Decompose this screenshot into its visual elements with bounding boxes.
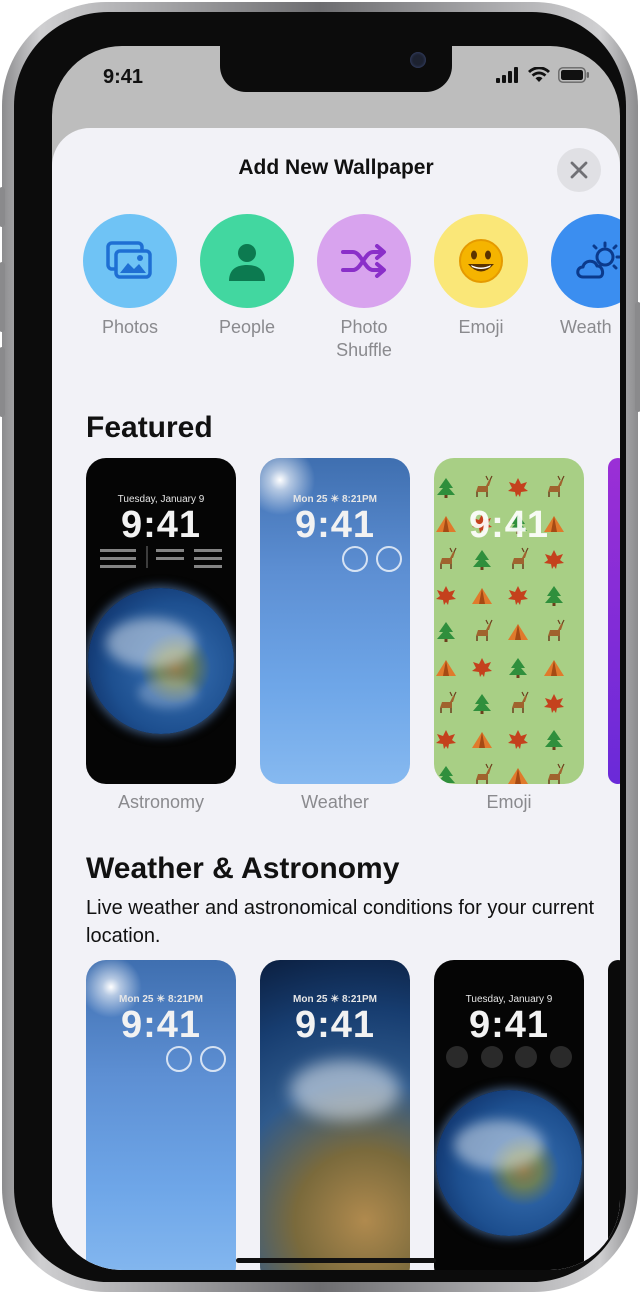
category-photo-shuffle-circle [317,214,411,308]
category-label: Emoji [458,317,504,337]
weather-widget [342,546,368,572]
wallpaper-card-astronomy-live[interactable]: Tuesday, January 9 9:41 [434,960,584,1270]
featured-heading: Featured [86,411,213,444]
lock-time: 9:41 [468,1004,550,1046]
person-icon [229,244,265,281]
phone-frame: 9:41 Add New Wallpaper Photos People Pho… [0,2,640,1292]
earth-image [436,1090,582,1236]
lock-time: 9:41 [294,504,376,546]
wallpaper-card-weather-live[interactable]: Mon 25 ☀ 8:21PM 9:41 [86,960,236,1270]
weather-widget [376,546,402,572]
lock-time: 9:41 [294,1004,376,1046]
category-photos[interactable]: Photos [82,214,178,339]
category-photos-circle [83,214,177,308]
volume-down-button [0,347,5,417]
category-emoji[interactable]: Emoji [433,214,529,339]
wifi-icon [528,67,550,82]
bezel: 9:41 Add New Wallpaper Photos People Pho… [14,12,626,1282]
home-indicator[interactable] [236,1258,436,1263]
complication-row [446,1046,572,1070]
category-photo-shuffle[interactable]: Photo Shuffle [316,214,412,362]
wallpaper-label: Weather [301,792,369,812]
status-icons [496,67,590,83]
category-people-circle [200,214,294,308]
signal-icon [496,67,518,83]
wallpaper-card-astronomy[interactable]: Tuesday, January 9 9:41 [86,458,236,784]
weather-widget [200,1046,226,1072]
category-weather-circle [551,214,620,308]
wallpaper-card-partial[interactable] [608,960,620,1270]
wallpaper-card-earth[interactable]: Mon 25 ☀ 8:21PM 9:41 [260,960,410,1270]
wallpaper-card-partial[interactable] [608,458,620,784]
lock-time: 9:41 [120,1004,202,1046]
notch [220,46,452,92]
photos-icon [106,241,152,279]
category-label: People [218,317,276,337]
volume-up-button [0,262,5,332]
earth-image [88,588,234,734]
category-weather[interactable]: Weath [550,214,620,339]
category-label: Photos [101,317,159,337]
wallpaper-card-emoji[interactable]: 9:41 [434,458,584,784]
cloud-overlay [290,1060,400,1120]
wallpaper-label: Emoji [486,792,532,812]
weather-icon [576,241,620,279]
wallpaper-card-weather[interactable]: Mon 25 ☀ 8:21PM 9:41 [260,458,410,784]
screen: 9:41 Add New Wallpaper Photos People Pho… [52,46,620,1270]
add-wallpaper-sheet: Add New Wallpaper Photos People Photo Sh… [52,128,620,1270]
mute-switch [0,187,5,227]
camera-icon [410,52,426,68]
category-label: Photo Shuffle [336,317,392,360]
sheet-title: Add New Wallpaper [238,156,434,179]
category-label: Weath [560,317,612,337]
lock-widgets [100,546,224,576]
wallpaper-label: Astronomy [117,792,205,812]
lock-time: 9:41 [468,504,550,546]
weather-astronomy-heading: Weather & Astronomy [86,852,400,885]
category-emoji-circle [434,214,528,308]
smiley-icon [459,239,503,283]
category-people[interactable]: People [199,214,295,339]
shuffle-icon [341,244,386,278]
lock-time: 9:41 [120,504,202,546]
battery-icon [558,67,589,83]
status-time: 9:41 [103,66,144,88]
close-icon [570,161,588,179]
weather-astronomy-description: Live weather and astronomical conditions… [86,897,595,947]
weather-widget [166,1046,192,1072]
close-button[interactable] [557,148,601,192]
side-button [635,302,640,412]
